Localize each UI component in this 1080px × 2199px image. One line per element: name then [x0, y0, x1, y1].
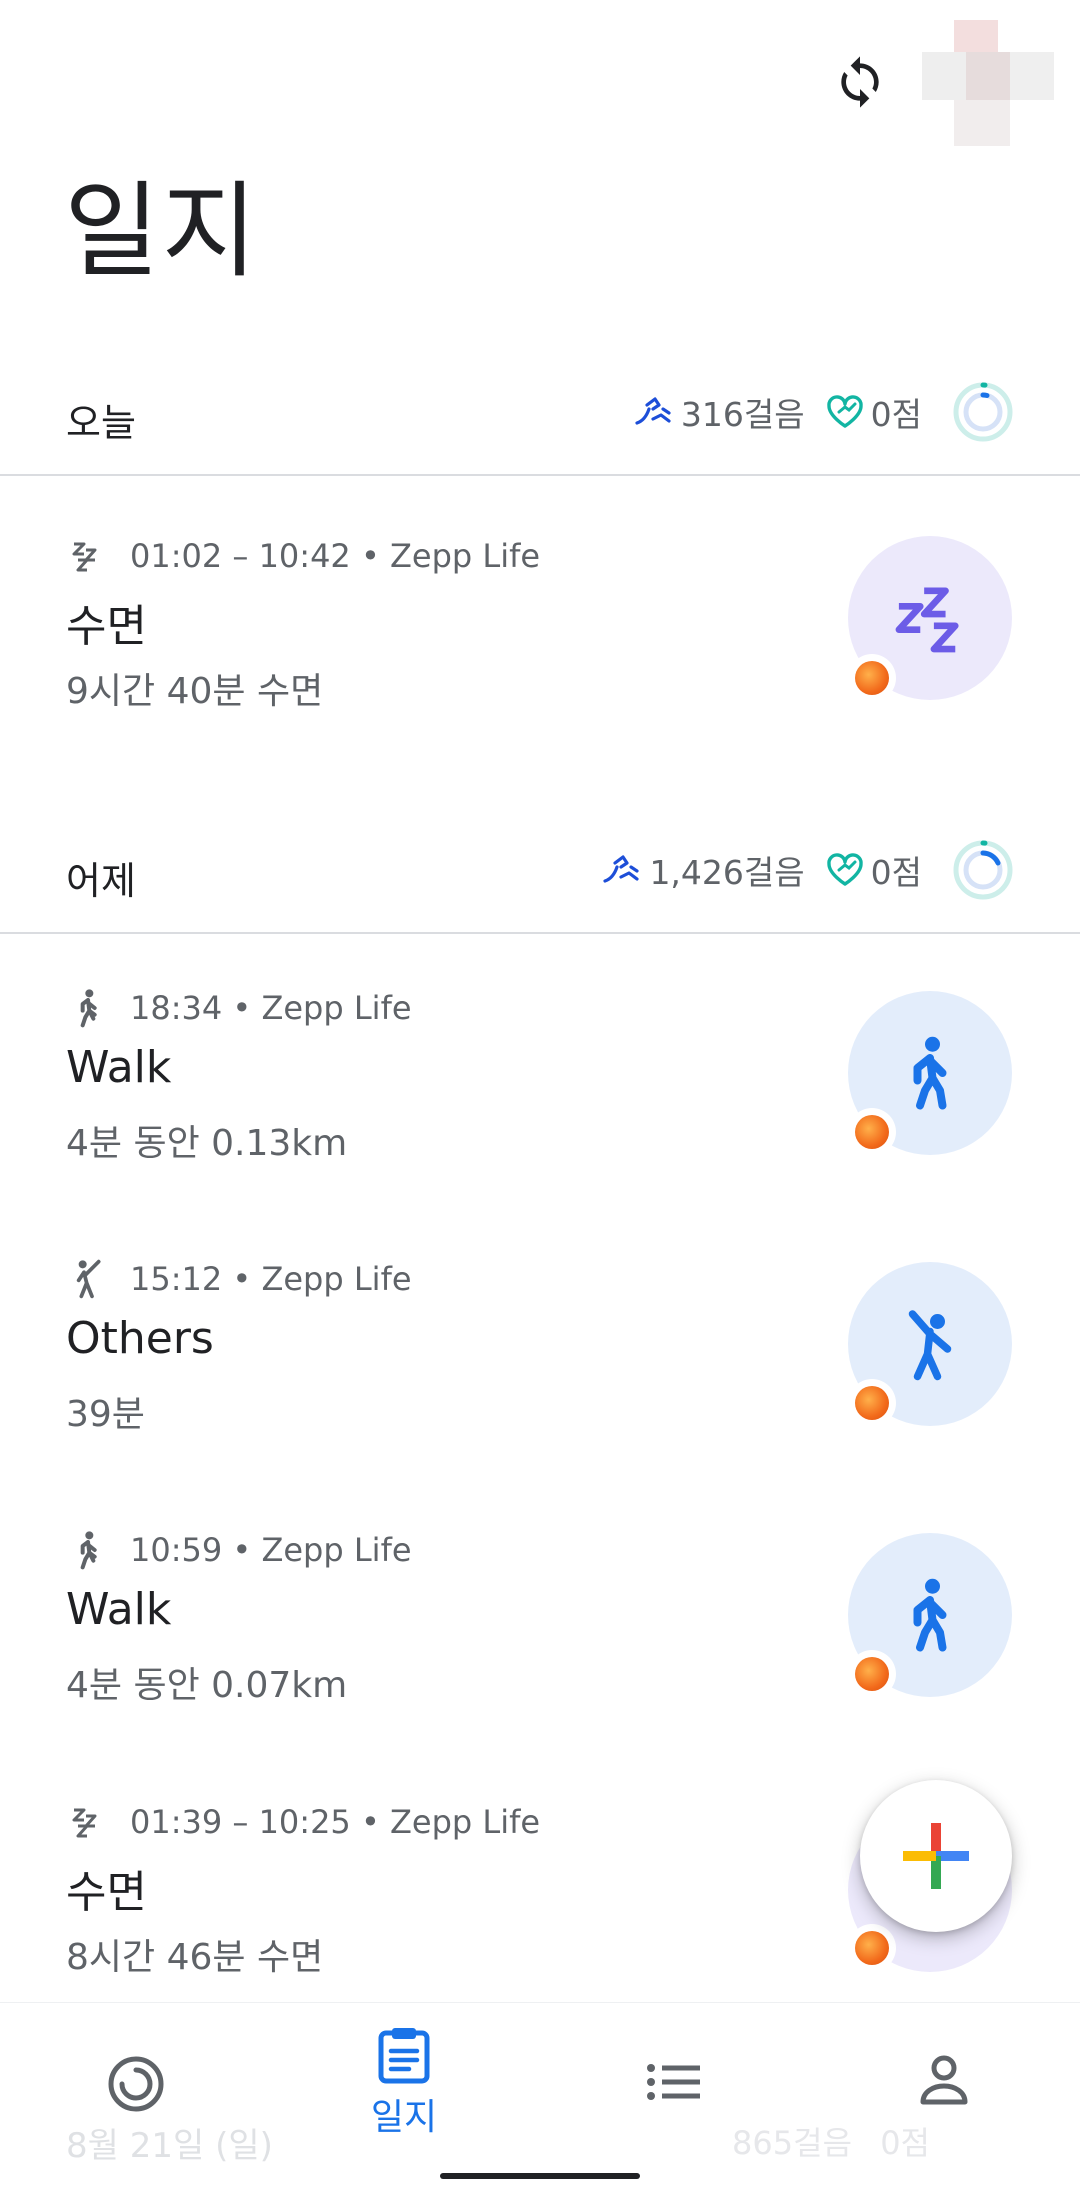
avatar[interactable] [922, 20, 1054, 146]
entry-title: Walk [66, 1584, 172, 1635]
steps-value: 316걸음 [680, 395, 805, 434]
entry-meta: 18:34 • Zepp Life [66, 986, 412, 1030]
walk-icon [66, 986, 110, 1030]
entry-detail: 39분 [66, 1394, 145, 1435]
nav-journal[interactable]: 일지 [324, 2026, 484, 2146]
walk-icon [913, 1036, 947, 1110]
day-label: 어제 [66, 859, 136, 903]
zepp-life-source-icon [848, 1650, 896, 1698]
others-icon [908, 1310, 952, 1381]
sleep-icon [895, 587, 959, 653]
journal-entry[interactable]: 15:12 • Zepp Life Others 39분 [0, 1257, 1080, 1527]
profile-icon [920, 2055, 968, 2105]
nav-profile[interactable] [864, 2026, 1024, 2146]
entry-title: Others [66, 1313, 214, 1364]
walk-icon [913, 1578, 947, 1652]
steps-value: 1,426걸음 [649, 853, 805, 892]
steps-icon [603, 855, 640, 883]
add-entry-button[interactable] [860, 1780, 1012, 1932]
page-title: 일지 [64, 170, 260, 292]
entry-meta: 10:59 • Zepp Life [66, 1528, 412, 1572]
steps-stat: 1,426걸음 [601, 846, 805, 894]
entry-detail: 4분 동안 0.07km [66, 1665, 348, 1706]
nav-home[interactable] [56, 2026, 216, 2146]
sleep-icon [66, 534, 110, 578]
day-header-today: 오늘 316걸음 0점 [0, 348, 1080, 476]
entry-detail: 8시간 46분 수면 [66, 1937, 324, 1978]
heart-points-value: 0점 [870, 395, 922, 434]
home-indicator[interactable] [440, 2173, 640, 2179]
steps-stat: 316걸음 [633, 388, 805, 436]
steps-icon [635, 397, 671, 425]
nav-journal-label: 일지 [370, 2097, 438, 2138]
sync-icon [841, 56, 879, 108]
zepp-life-source-icon [848, 1379, 896, 1427]
walk-icon [66, 1528, 110, 1572]
journal-entry[interactable]: 10:59 • Zepp Life Walk 4분 동안 0.07km [0, 1528, 1080, 1798]
journal-entry[interactable]: 18:34 • Zepp Life Walk 4분 동안 0.13km [0, 986, 1080, 1256]
journal-icon [378, 2028, 430, 2084]
day-stats: 1,426걸음 0점 [601, 834, 1016, 906]
zepp-life-source-icon [848, 1108, 896, 1156]
heart-points-icon [826, 395, 863, 428]
heart-points-value: 0점 [870, 853, 922, 892]
sync-button[interactable] [822, 44, 898, 120]
entry-detail: 4분 동안 0.13km [66, 1123, 348, 1164]
day-header-yesterday: 어제 1,426걸음 0점 [0, 806, 1080, 934]
zepp-life-source-icon [848, 1924, 896, 1972]
zepp-life-source-icon [848, 654, 896, 702]
entry-meta: 15:12 • Zepp Life [66, 1257, 412, 1301]
heart-points-icon [826, 853, 863, 886]
goal-ring-icon[interactable] [950, 837, 1016, 903]
entry-title: 수면 [66, 601, 147, 652]
others-icon [66, 1257, 110, 1301]
entry-title: Walk [66, 1042, 172, 1093]
add-icon [903, 1823, 969, 1889]
entry-detail: 9시간 40분 수면 [66, 671, 324, 712]
day-stats: 316걸음 0점 [633, 376, 1016, 448]
journal-entry[interactable]: 01:02 – 10:42 • Zepp Life 수면 9시간 40분 수면 [0, 534, 1080, 804]
entry-title: 수면 [66, 1867, 147, 1918]
entry-meta: 01:39 – 10:25 • Zepp Life [66, 1800, 540, 1844]
sleep-icon [66, 1800, 110, 1844]
goal-ring-icon[interactable] [950, 379, 1016, 445]
home-ring-icon [108, 2056, 164, 2112]
top-bar [0, 0, 1080, 150]
day-label: 오늘 [66, 401, 136, 445]
heart-points-stat: 0점 [825, 846, 922, 894]
heart-points-stat: 0점 [825, 388, 922, 436]
entry-meta: 01:02 – 10:42 • Zepp Life [66, 534, 540, 578]
nav-browse[interactable] [594, 2026, 754, 2146]
browse-list-icon [647, 2064, 700, 2100]
